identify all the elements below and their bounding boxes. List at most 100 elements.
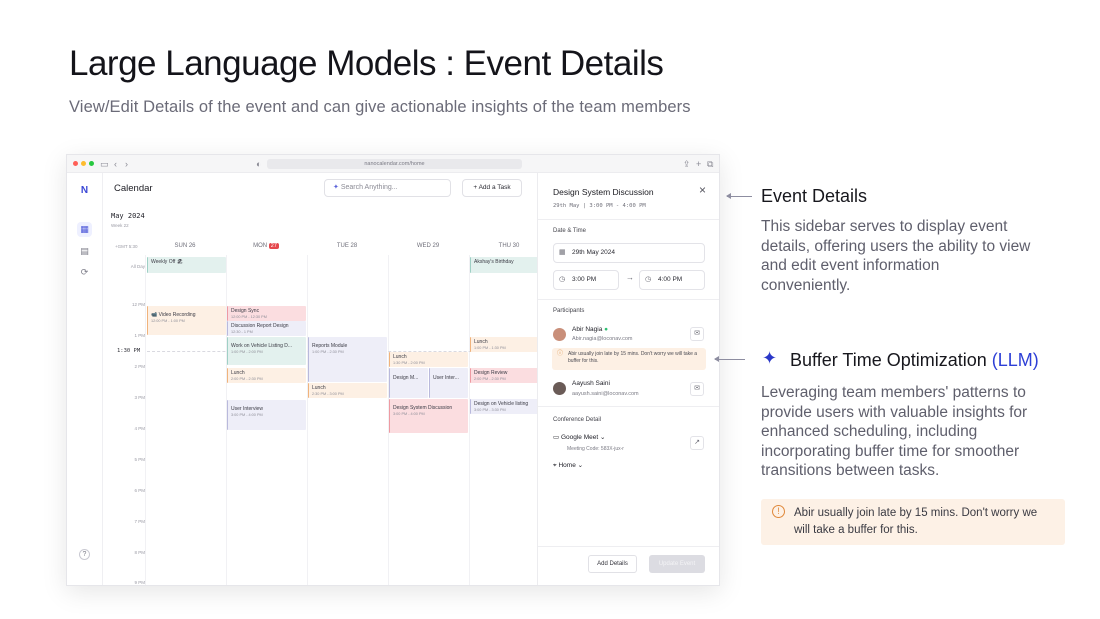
event-details-heading: Event Details	[761, 186, 868, 206]
event-block[interactable]: Reports Module 1:00 PM - 2:30 PM	[308, 337, 387, 382]
event-block[interactable]: Design M...	[389, 368, 428, 398]
event-title: User Interview	[231, 406, 263, 412]
event-title: Design Sync	[231, 308, 260, 314]
chevron-down-icon: ⌄	[599, 434, 606, 441]
new-tab-icon[interactable]: +	[696, 158, 701, 170]
privacy-icon: ◐	[256, 159, 262, 169]
clipboard-nav-icon[interactable]: ▤	[77, 244, 92, 259]
event-time: 12:30 - 1 PM	[231, 330, 253, 334]
tabs-overview-icon[interactable]: ⧉	[707, 158, 713, 170]
external-link-icon[interactable]: ↗	[690, 436, 704, 450]
search-input[interactable]: ✦ Search Anything...	[324, 179, 451, 197]
clock-icon: ◷	[559, 276, 566, 283]
event-block-selected[interactable]: Design System Discussion 3:00 PM - 4:00 P…	[389, 399, 468, 433]
mail-icon[interactable]: ✉	[690, 382, 704, 396]
event-time: 2:00 PM - 2:30 PM	[474, 377, 506, 381]
sparkle-icon: ✦	[762, 348, 778, 368]
sync-nav-icon[interactable]: ⟳	[77, 265, 92, 280]
event-time: 1:00 PM - 2:00 PM	[231, 350, 263, 354]
grid-line	[307, 255, 308, 585]
event-schedule: 29th May | 3:00 PM - 4:00 PM	[553, 203, 646, 209]
video-icon: ▭	[553, 434, 561, 441]
app-logo-icon: N	[80, 185, 89, 196]
app-sidebar: N ▦ ▤ ⟳ ?	[67, 173, 103, 585]
event-time: 1:00 PM - 2:30 PM	[312, 350, 344, 354]
event-title: Discussion Report Design	[231, 323, 289, 329]
info-icon: ⓘ	[557, 351, 564, 357]
add-task-button[interactable]: + Add a Task	[462, 179, 522, 197]
event-block[interactable]: Lunch 2:00 PM - 2:30 PM	[227, 368, 306, 383]
close-icon[interactable]: ×	[699, 183, 706, 197]
event-title: Reports Module	[312, 343, 348, 349]
browser-chrome: ▭ ‹ › ◐ nanocalendar.com/home ⇪ + ⧉	[67, 155, 719, 173]
location-select[interactable]: ⌖ Home ⌄	[553, 461, 583, 470]
event-title: Lunch	[474, 339, 488, 345]
date-field[interactable]: ▦ 29th May 2024	[553, 243, 705, 263]
close-window-dot[interactable]	[73, 161, 78, 166]
update-event-button[interactable]: Update Event	[649, 555, 705, 573]
event-block[interactable]: 📹 Video Recording 12:00 PM - 1:00 PM	[147, 306, 226, 335]
time-label: 2 PM	[134, 364, 145, 369]
event-time: 12:00 PM - 12:30 PM	[231, 315, 267, 319]
start-time-field[interactable]: ◷ 3:00 PM	[553, 270, 619, 290]
event-title: Lunch	[231, 370, 245, 376]
event-block[interactable]: Akshay's Birthday	[470, 257, 540, 273]
divider	[538, 406, 719, 407]
day-header-today[interactable]: MON 27	[226, 243, 306, 249]
event-block[interactable]: User Inter...	[429, 368, 468, 398]
event-time: 3:00 PM - 4:00 PM	[231, 413, 263, 417]
event-title: Lunch	[393, 354, 407, 360]
event-block[interactable]: User Interview 3:00 PM - 4:00 PM	[227, 400, 306, 430]
event-title: Design System Discussion	[553, 187, 654, 197]
buffer-heading: Buffer Time Optimization (LLM)	[790, 350, 1039, 370]
add-details-button[interactable]: Add Details	[588, 555, 637, 573]
insight-text: Abir usually join late by 15 mins. Don't…	[568, 351, 698, 364]
event-time: 1:30 PM - 2:00 PM	[393, 361, 425, 365]
event-detail-panel: Design System Discussion 29th May | 3:00…	[537, 173, 719, 585]
share-icon[interactable]: ⇪	[683, 158, 691, 170]
minimize-window-dot[interactable]	[81, 161, 86, 166]
day-header[interactable]: TUE 28	[307, 243, 387, 249]
page-subtitle: View/Edit Details of the event and can g…	[69, 98, 691, 116]
avatar	[553, 382, 566, 395]
day-label: SUN 26	[174, 243, 196, 249]
all-day-label: All Day	[130, 264, 145, 269]
event-time: 1:00 PM - 1:30 PM	[474, 346, 506, 350]
event-block[interactable]: Lunch 1:30 PM - 2:00 PM	[389, 352, 468, 367]
event-block[interactable]: Lunch 1:00 PM - 1:30 PM	[470, 337, 540, 352]
start-time-value: 3:00 PM	[572, 276, 597, 283]
time-label: 6 PM	[134, 488, 145, 493]
event-block[interactable]: Work on Vehicle Listing D... 1:00 PM - 2:…	[227, 337, 306, 365]
page-title: Large Language Models : Event Details	[69, 44, 664, 83]
participant-name: Aayush Saini	[572, 380, 610, 387]
note-text: Abir usually join late by 15 mins. Don't…	[794, 507, 1038, 536]
month-label: May 2024	[111, 212, 145, 220]
conference-select[interactable]: ▭ Google Meet ⌄	[553, 433, 605, 441]
event-block[interactable]: Lunch 2:30 PM - 3:00 PM	[308, 383, 387, 398]
event-title: Lunch	[312, 385, 326, 391]
time-label: 12 PM	[131, 302, 145, 307]
calendar-nav-icon[interactable]: ▦	[77, 222, 92, 237]
event-title: Design on Vehicle listing	[474, 401, 529, 407]
maximize-window-dot[interactable]	[89, 161, 94, 166]
time-label: 3 PM	[134, 395, 145, 400]
help-icon[interactable]: ?	[79, 549, 90, 560]
day-header[interactable]: SUN 26	[145, 243, 225, 249]
buffer-note-callout: ! Abir usually join late by 15 mins. Don…	[761, 499, 1065, 545]
participant-email: aayush.saini@loconav.com	[572, 391, 639, 397]
address-bar[interactable]: nanocalendar.com/home	[267, 159, 522, 169]
clock-icon: ◷	[645, 276, 652, 283]
mail-icon[interactable]: ✉	[690, 327, 704, 341]
grid-line	[145, 255, 146, 585]
back-icon[interactable]: ‹	[114, 158, 117, 170]
event-block[interactable]: Design Review 2:00 PM - 2:30 PM	[470, 368, 540, 383]
forward-icon[interactable]: ›	[125, 158, 128, 170]
event-block[interactable]: Design on Vehicle listing 3:00 PM - 3:30 …	[470, 399, 540, 414]
event-block[interactable]: Design Sync 12:00 PM - 12:30 PM	[227, 306, 306, 321]
day-label: THU 30	[498, 243, 520, 249]
event-block[interactable]: Weekly Off 🏖	[147, 257, 226, 273]
day-header[interactable]: WED 29	[388, 243, 468, 249]
event-block[interactable]: Discussion Report Design 12:30 - 1 PM	[227, 321, 306, 336]
end-time-field[interactable]: ◷ 4:00 PM	[639, 270, 705, 290]
sidebar-toggle-icon[interactable]: ▭	[100, 158, 109, 170]
